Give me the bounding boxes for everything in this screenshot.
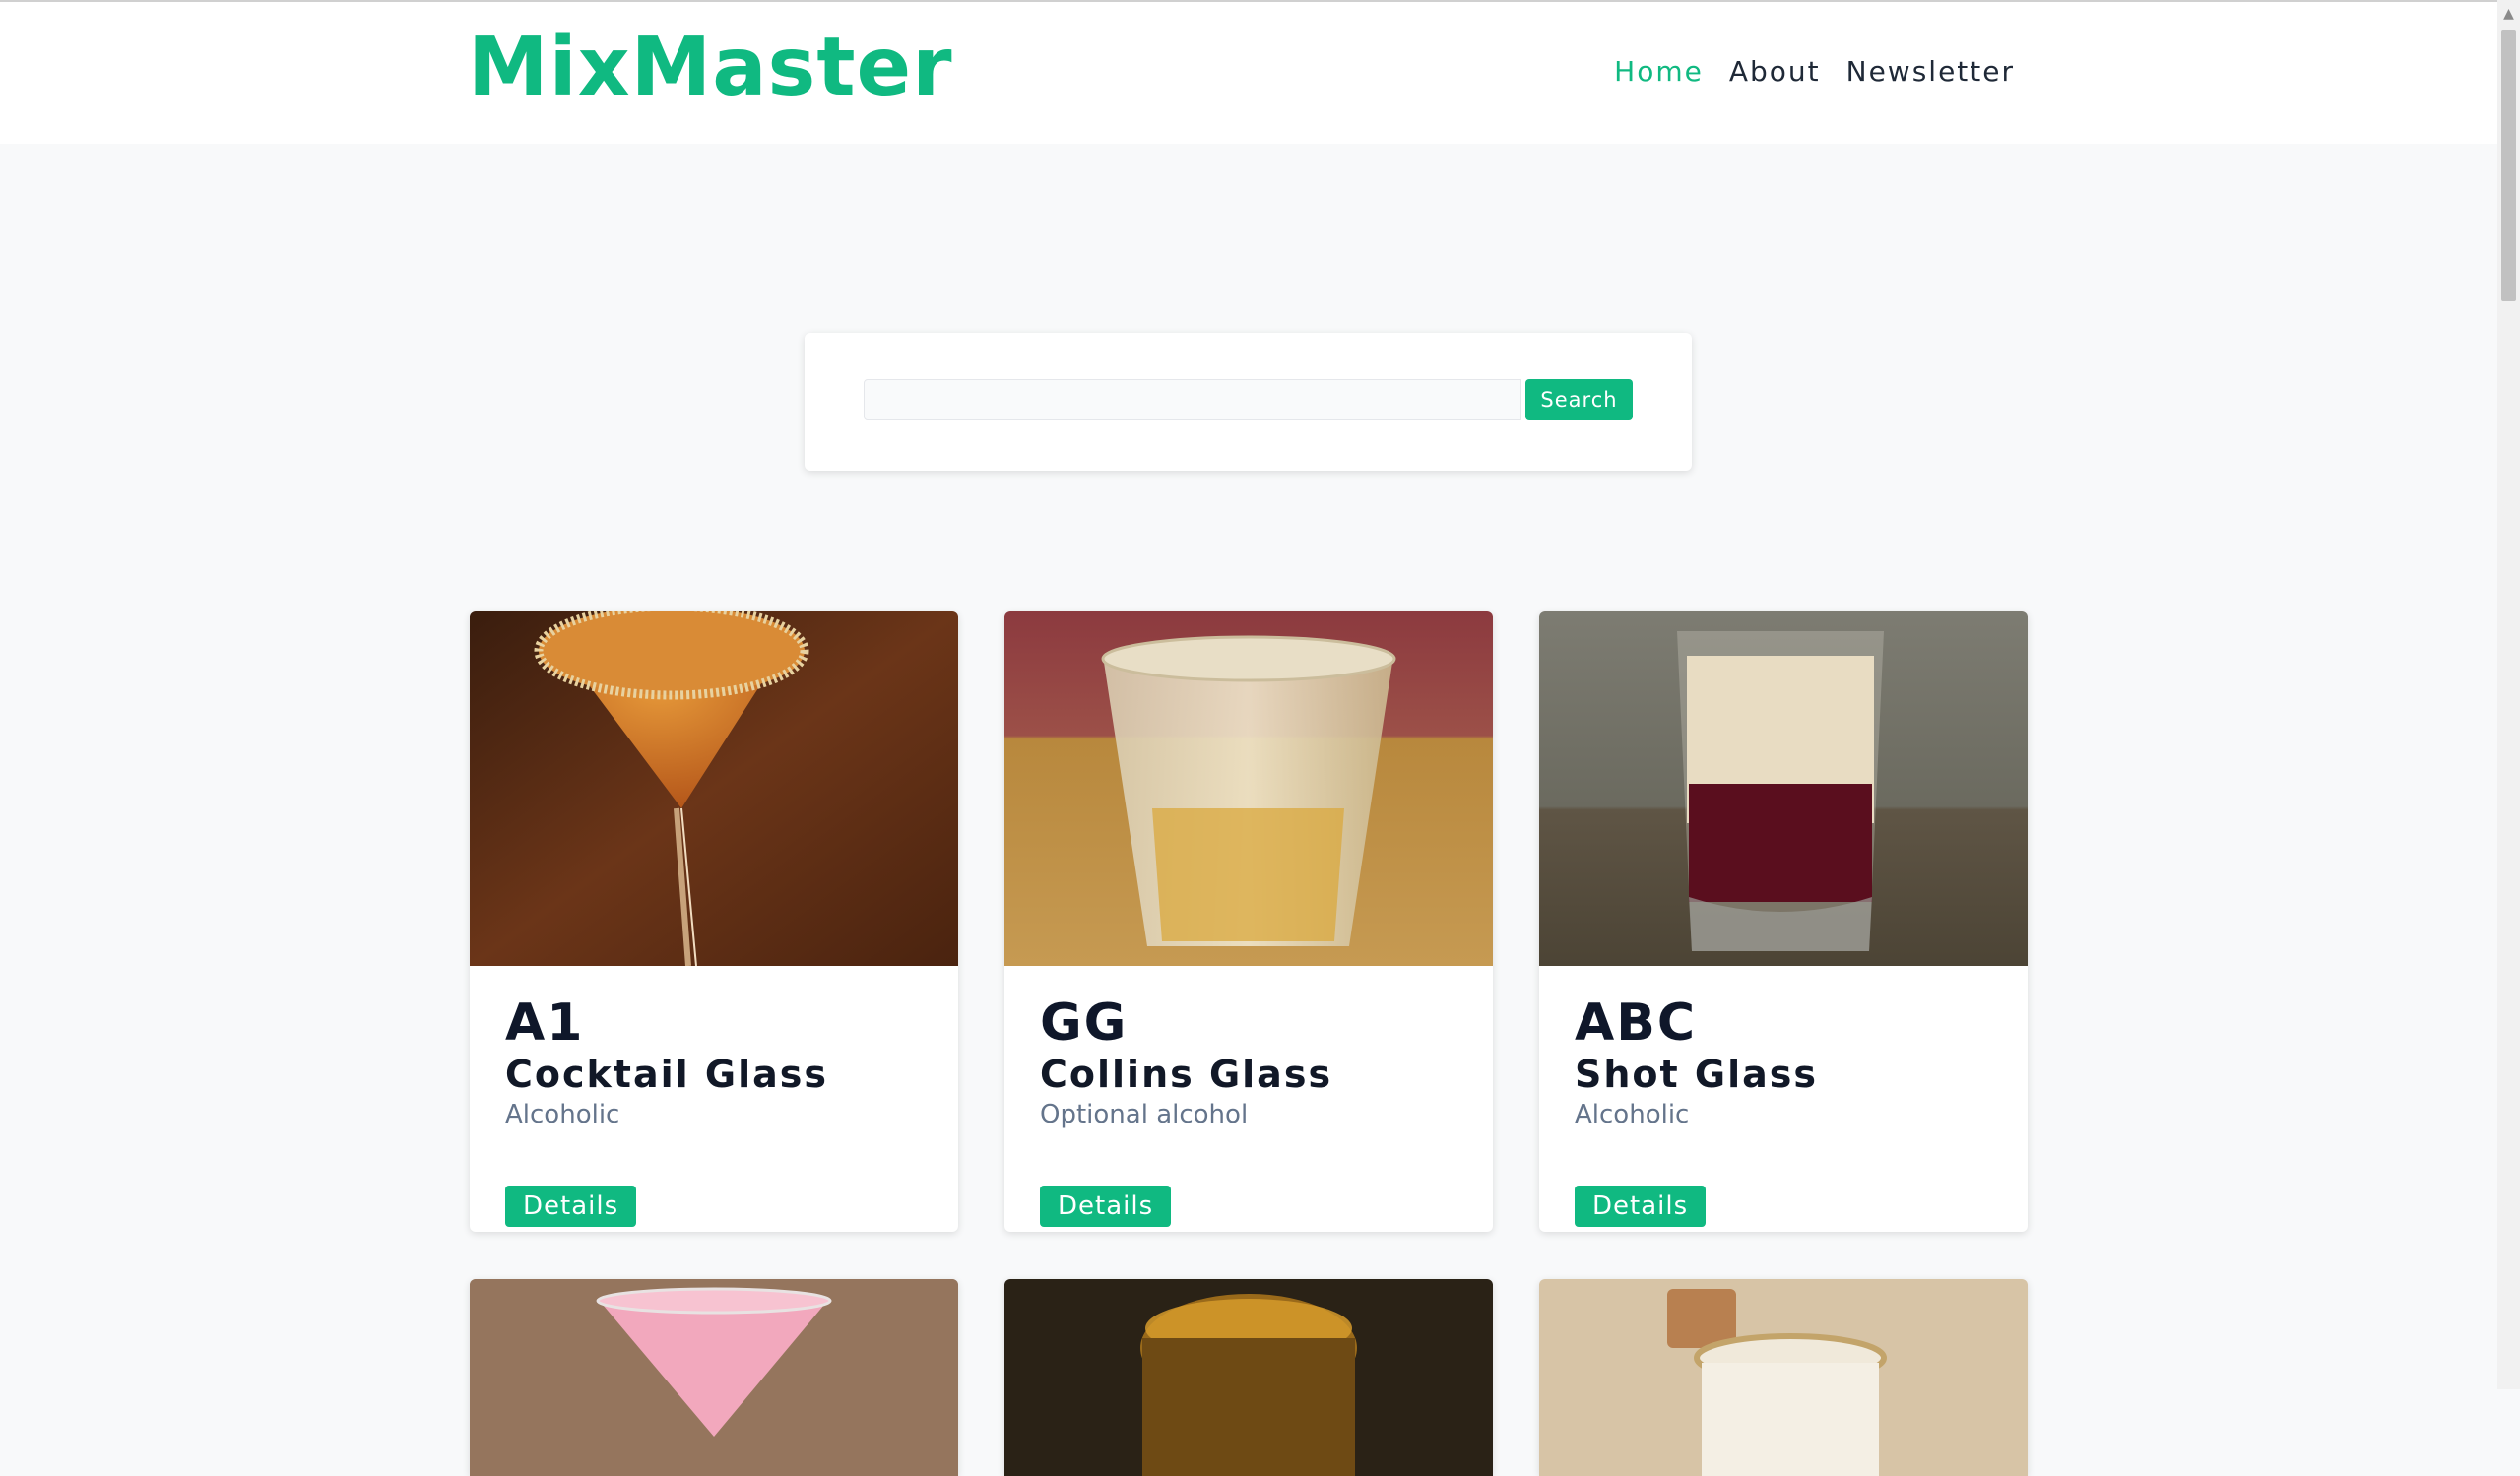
- cocktail-card-partial[interactable]: [470, 1279, 958, 1476]
- navbar: MixMaster Home About Newsletter: [0, 2, 2497, 144]
- scroll-up-arrow-icon[interactable]: ▲: [2497, 0, 2520, 28]
- search-button[interactable]: Search: [1525, 379, 1633, 420]
- details-button[interactable]: Details: [505, 1186, 637, 1227]
- cocktail-name: GG: [1040, 994, 1129, 1053]
- search-form: Search: [805, 333, 1692, 471]
- details-button[interactable]: Details: [1575, 1186, 1707, 1227]
- cocktail-image[interactable]: [470, 611, 958, 966]
- card-body: A1 Cocktail Glass Alcoholic: [505, 995, 938, 1129]
- cocktail-card-partial[interactable]: [1539, 1279, 2028, 1476]
- nav-home-link[interactable]: Home: [1614, 55, 1704, 88]
- glass-type: Collins Glass: [1040, 1053, 1333, 1097]
- cocktail-card: ABC Shot Glass Alcoholic Details: [1539, 611, 2028, 1232]
- alcoholic-info: Optional alcohol: [1040, 1100, 1249, 1130]
- nav-newsletter-link[interactable]: Newsletter: [1846, 55, 2015, 88]
- glass-type: Cocktail Glass: [505, 1053, 828, 1097]
- cocktail-card: GG Collins Glass Optional alcohol Detail…: [1004, 611, 1493, 1232]
- alcoholic-info: Alcoholic: [1575, 1100, 1690, 1130]
- brand-logo[interactable]: MixMaster: [468, 28, 953, 108]
- main-nav: Home About Newsletter: [1614, 55, 2015, 88]
- alcoholic-info: Alcoholic: [505, 1100, 620, 1130]
- scroll-thumb[interactable]: [2501, 30, 2516, 301]
- cocktail-card-partial[interactable]: [1004, 1279, 1493, 1476]
- nav-about-link[interactable]: About: [1729, 55, 1821, 88]
- cocktail-name: ABC: [1575, 994, 1698, 1053]
- cocktail-image[interactable]: [1539, 611, 2028, 966]
- cocktail-card: A1 Cocktail Glass Alcoholic Details: [470, 611, 958, 1232]
- card-body: GG Collins Glass Optional alcohol: [1040, 995, 1473, 1129]
- glass-type: Shot Glass: [1575, 1053, 1819, 1097]
- cocktail-name: A1: [505, 994, 585, 1053]
- cocktail-image[interactable]: [1004, 611, 1493, 966]
- details-button[interactable]: Details: [1040, 1186, 1172, 1227]
- card-body: ABC Shot Glass Alcoholic: [1575, 995, 2008, 1129]
- scrollbar[interactable]: ▲: [2497, 0, 2520, 1389]
- search-input[interactable]: [864, 379, 1521, 420]
